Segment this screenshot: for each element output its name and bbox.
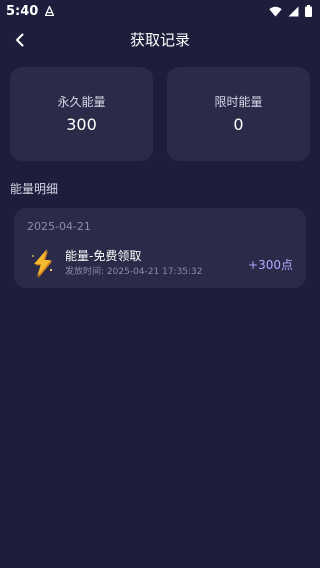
cellular-signal-icon: [288, 6, 299, 17]
energy-record-card: 2025-04-21 能量-免费领取 发放时间: 2025-04-21 17:3…: [14, 208, 306, 288]
notification-a-icon: [45, 6, 55, 16]
status-time: 5:40: [6, 3, 39, 19]
record-amount: +300点: [248, 258, 293, 272]
status-bar: 5:40: [0, 0, 320, 22]
energy-details-title: 能量明细: [10, 182, 59, 196]
header: 获取记录: [0, 22, 320, 58]
permanent-energy-value: 300: [66, 115, 97, 134]
limited-energy-value: 0: [233, 115, 244, 134]
page-title: 获取记录: [129, 31, 190, 49]
limited-energy-card: 限时能量 0: [167, 67, 310, 161]
status-right: [269, 5, 312, 17]
lightning-bolt-icon: [29, 248, 55, 279]
record-time-value: 2025-04-21 17:35:32: [106, 267, 203, 277]
limited-energy-label: 限时能量: [214, 95, 263, 109]
record-issue-time: 发放时间: 2025-04-21 17:35:32: [65, 264, 203, 277]
wifi-icon: [269, 6, 282, 17]
record-title: 能量-免费领取: [65, 249, 142, 263]
record-time-prefix: 发放时间:: [65, 267, 105, 277]
permanent-energy-label: 永久能量: [57, 95, 106, 109]
record-date: 2025-04-21: [27, 220, 91, 233]
battery-icon: [305, 5, 312, 17]
permanent-energy-card: 永久能量 300: [10, 67, 153, 161]
status-left: 5:40: [6, 3, 55, 19]
